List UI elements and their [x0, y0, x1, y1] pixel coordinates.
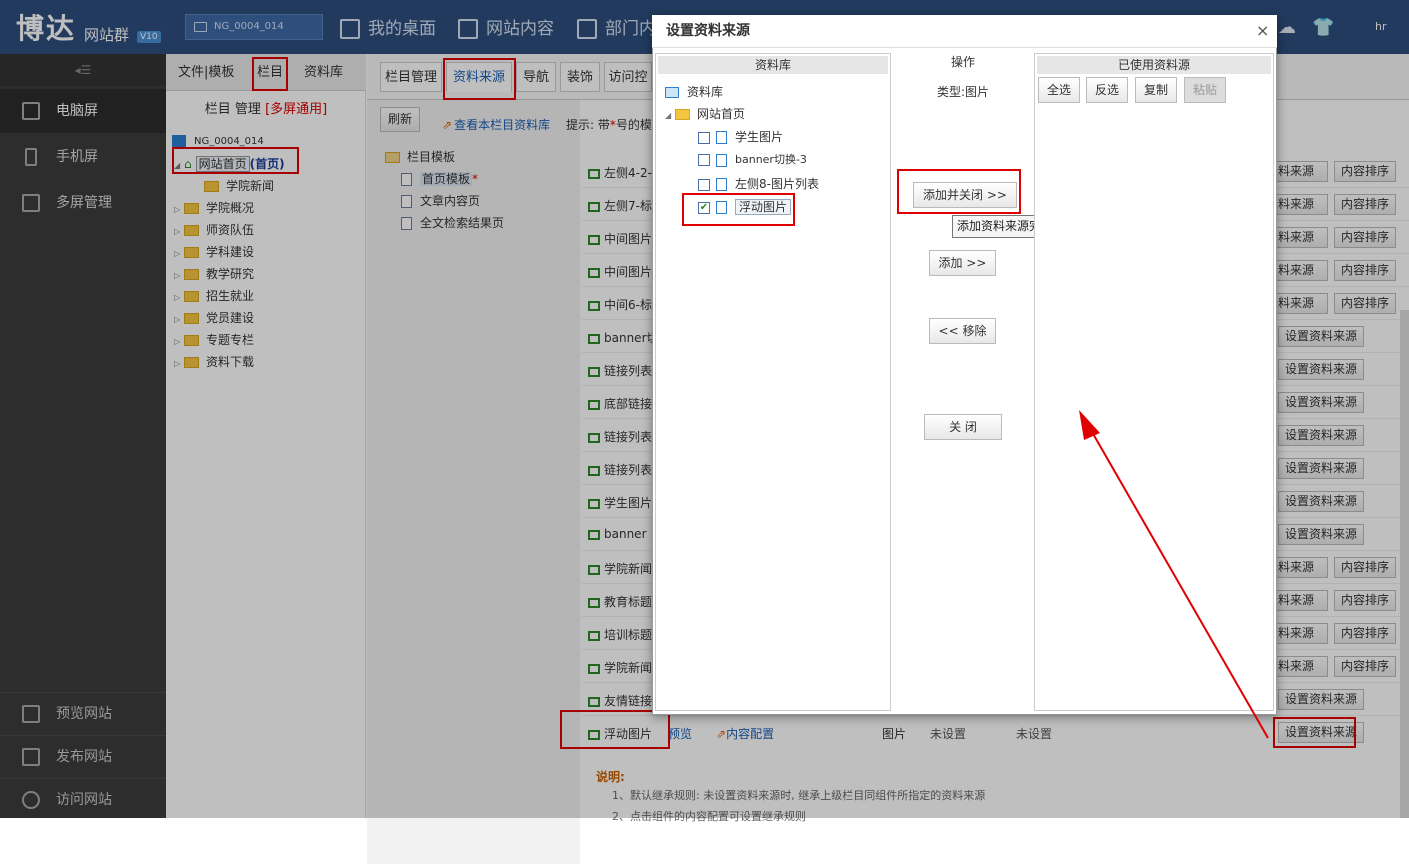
annotation-arrow — [1079, 410, 1269, 739]
arrow-line — [1087, 424, 1269, 739]
arrow-head — [1079, 410, 1100, 440]
